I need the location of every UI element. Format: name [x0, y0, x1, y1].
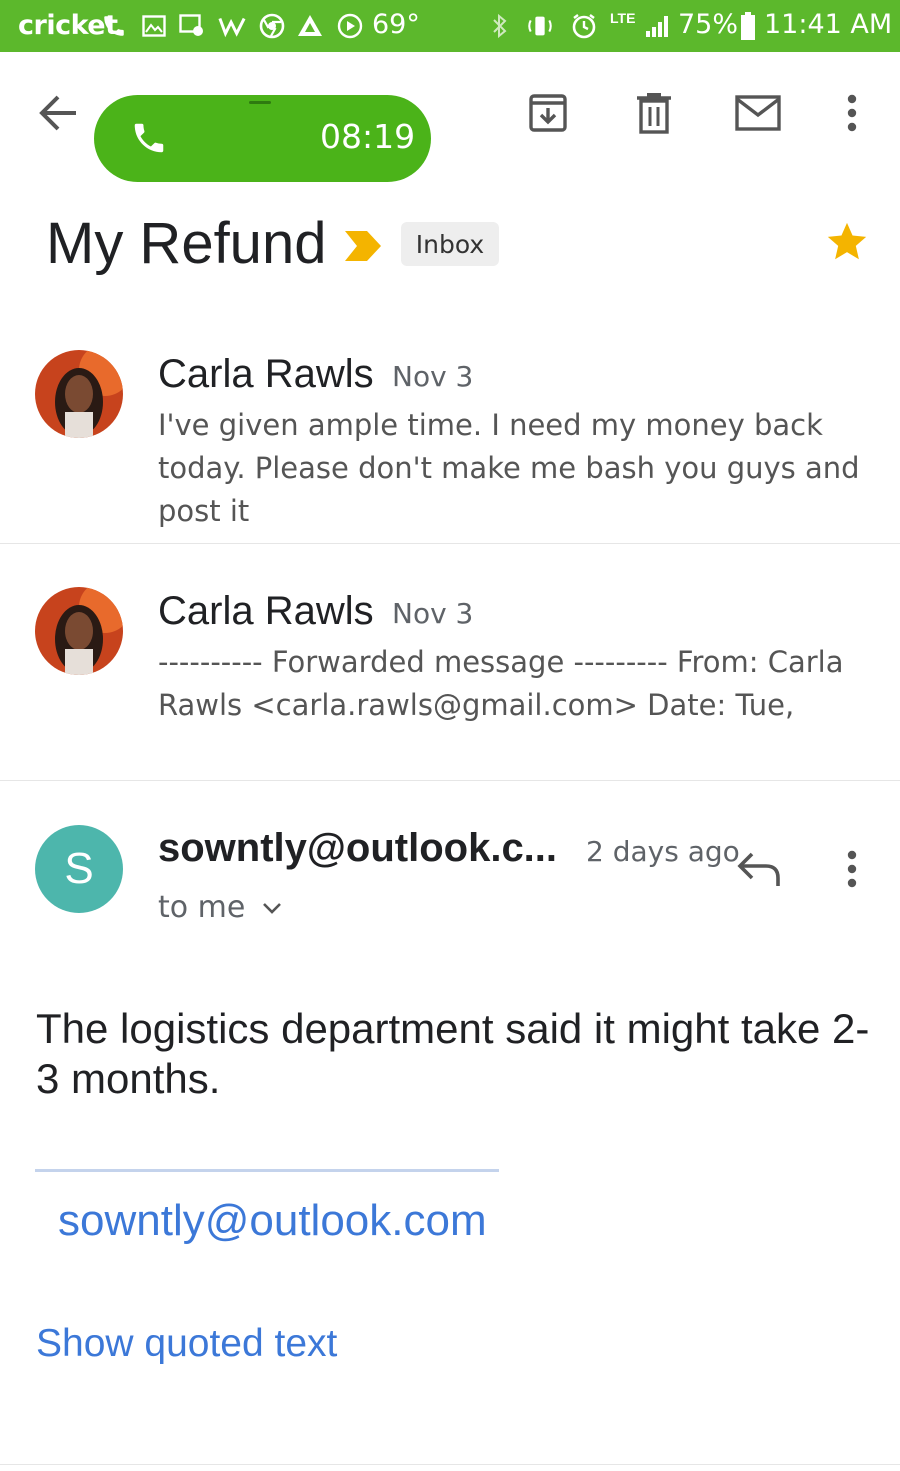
message-snippet: ---------- Forwarded message --------- F…	[158, 645, 844, 722]
back-arrow-icon[interactable]	[36, 92, 82, 134]
vibrate-icon	[526, 12, 554, 40]
temperature: 69°	[372, 9, 420, 40]
avatar[interactable]: S	[35, 825, 123, 913]
message-collapsed[interactable]: Carla Rawls Nov 3 I've given ample time.…	[0, 320, 900, 542]
reply-icon[interactable]	[736, 848, 784, 890]
divider	[0, 1464, 900, 1465]
chevron-down-icon	[261, 900, 283, 916]
message-date: 2 days ago	[586, 835, 740, 868]
avatar[interactable]	[35, 350, 123, 438]
message-icon	[178, 12, 206, 40]
clock: 11:41 AM	[764, 9, 893, 40]
message-collapsed[interactable]: Carla Rawls Nov 3 ---------- Forwarded m…	[0, 557, 900, 779]
email-subject: My Refund	[46, 211, 327, 276]
alarm-icon	[570, 12, 598, 40]
more-vert-icon[interactable]	[829, 90, 875, 136]
status-bar: cricket 69° LTE 75% 11:41 AM	[0, 0, 900, 52]
sender-address[interactable]: sowntly@outlook.c...	[158, 826, 557, 871]
chrome-icon	[258, 12, 286, 40]
archive-icon[interactable]	[525, 90, 571, 136]
call-timer: 08:19	[320, 117, 416, 156]
bluetooth-icon	[486, 12, 514, 40]
delete-icon[interactable]	[631, 90, 677, 136]
sender-name: Carla Rawls	[158, 589, 374, 633]
ongoing-call-banner[interactable]: 08:19	[94, 95, 431, 182]
message-date: Nov 3	[392, 360, 474, 393]
battery-percent: 75%	[678, 9, 739, 40]
signature-email-link[interactable]: sowntly@outlook.com	[58, 1196, 487, 1246]
phone-call-icon	[100, 12, 128, 40]
phone-icon	[130, 119, 168, 157]
mark-unread-icon[interactable]	[735, 90, 781, 136]
message-date: Nov 3	[392, 597, 474, 630]
drive-icon	[296, 12, 324, 40]
battery-icon	[734, 12, 762, 40]
more-vert-icon[interactable]	[846, 850, 858, 888]
sender-name: Carla Rawls	[158, 352, 374, 396]
divider	[0, 543, 900, 544]
image-icon	[140, 12, 168, 40]
message-snippet: I've given ample time. I need my money b…	[158, 408, 860, 528]
divider	[0, 780, 900, 781]
w-app-icon	[218, 12, 246, 40]
play-icon	[336, 12, 364, 40]
message-body: The logistics department said it might t…	[36, 1005, 870, 1102]
important-marker-icon[interactable]	[343, 229, 383, 263]
show-quoted-text-link[interactable]: Show quoted text	[36, 1322, 337, 1366]
label-chip-inbox[interactable]: Inbox	[401, 222, 499, 266]
avatar[interactable]	[35, 587, 123, 675]
network-type: LTE	[610, 10, 636, 26]
signature-divider	[35, 1169, 499, 1172]
recipient-label: to me	[158, 890, 246, 925]
recipient-toggle[interactable]: to me	[158, 890, 283, 925]
signal-icon	[644, 12, 672, 40]
star-icon[interactable]	[824, 219, 870, 265]
